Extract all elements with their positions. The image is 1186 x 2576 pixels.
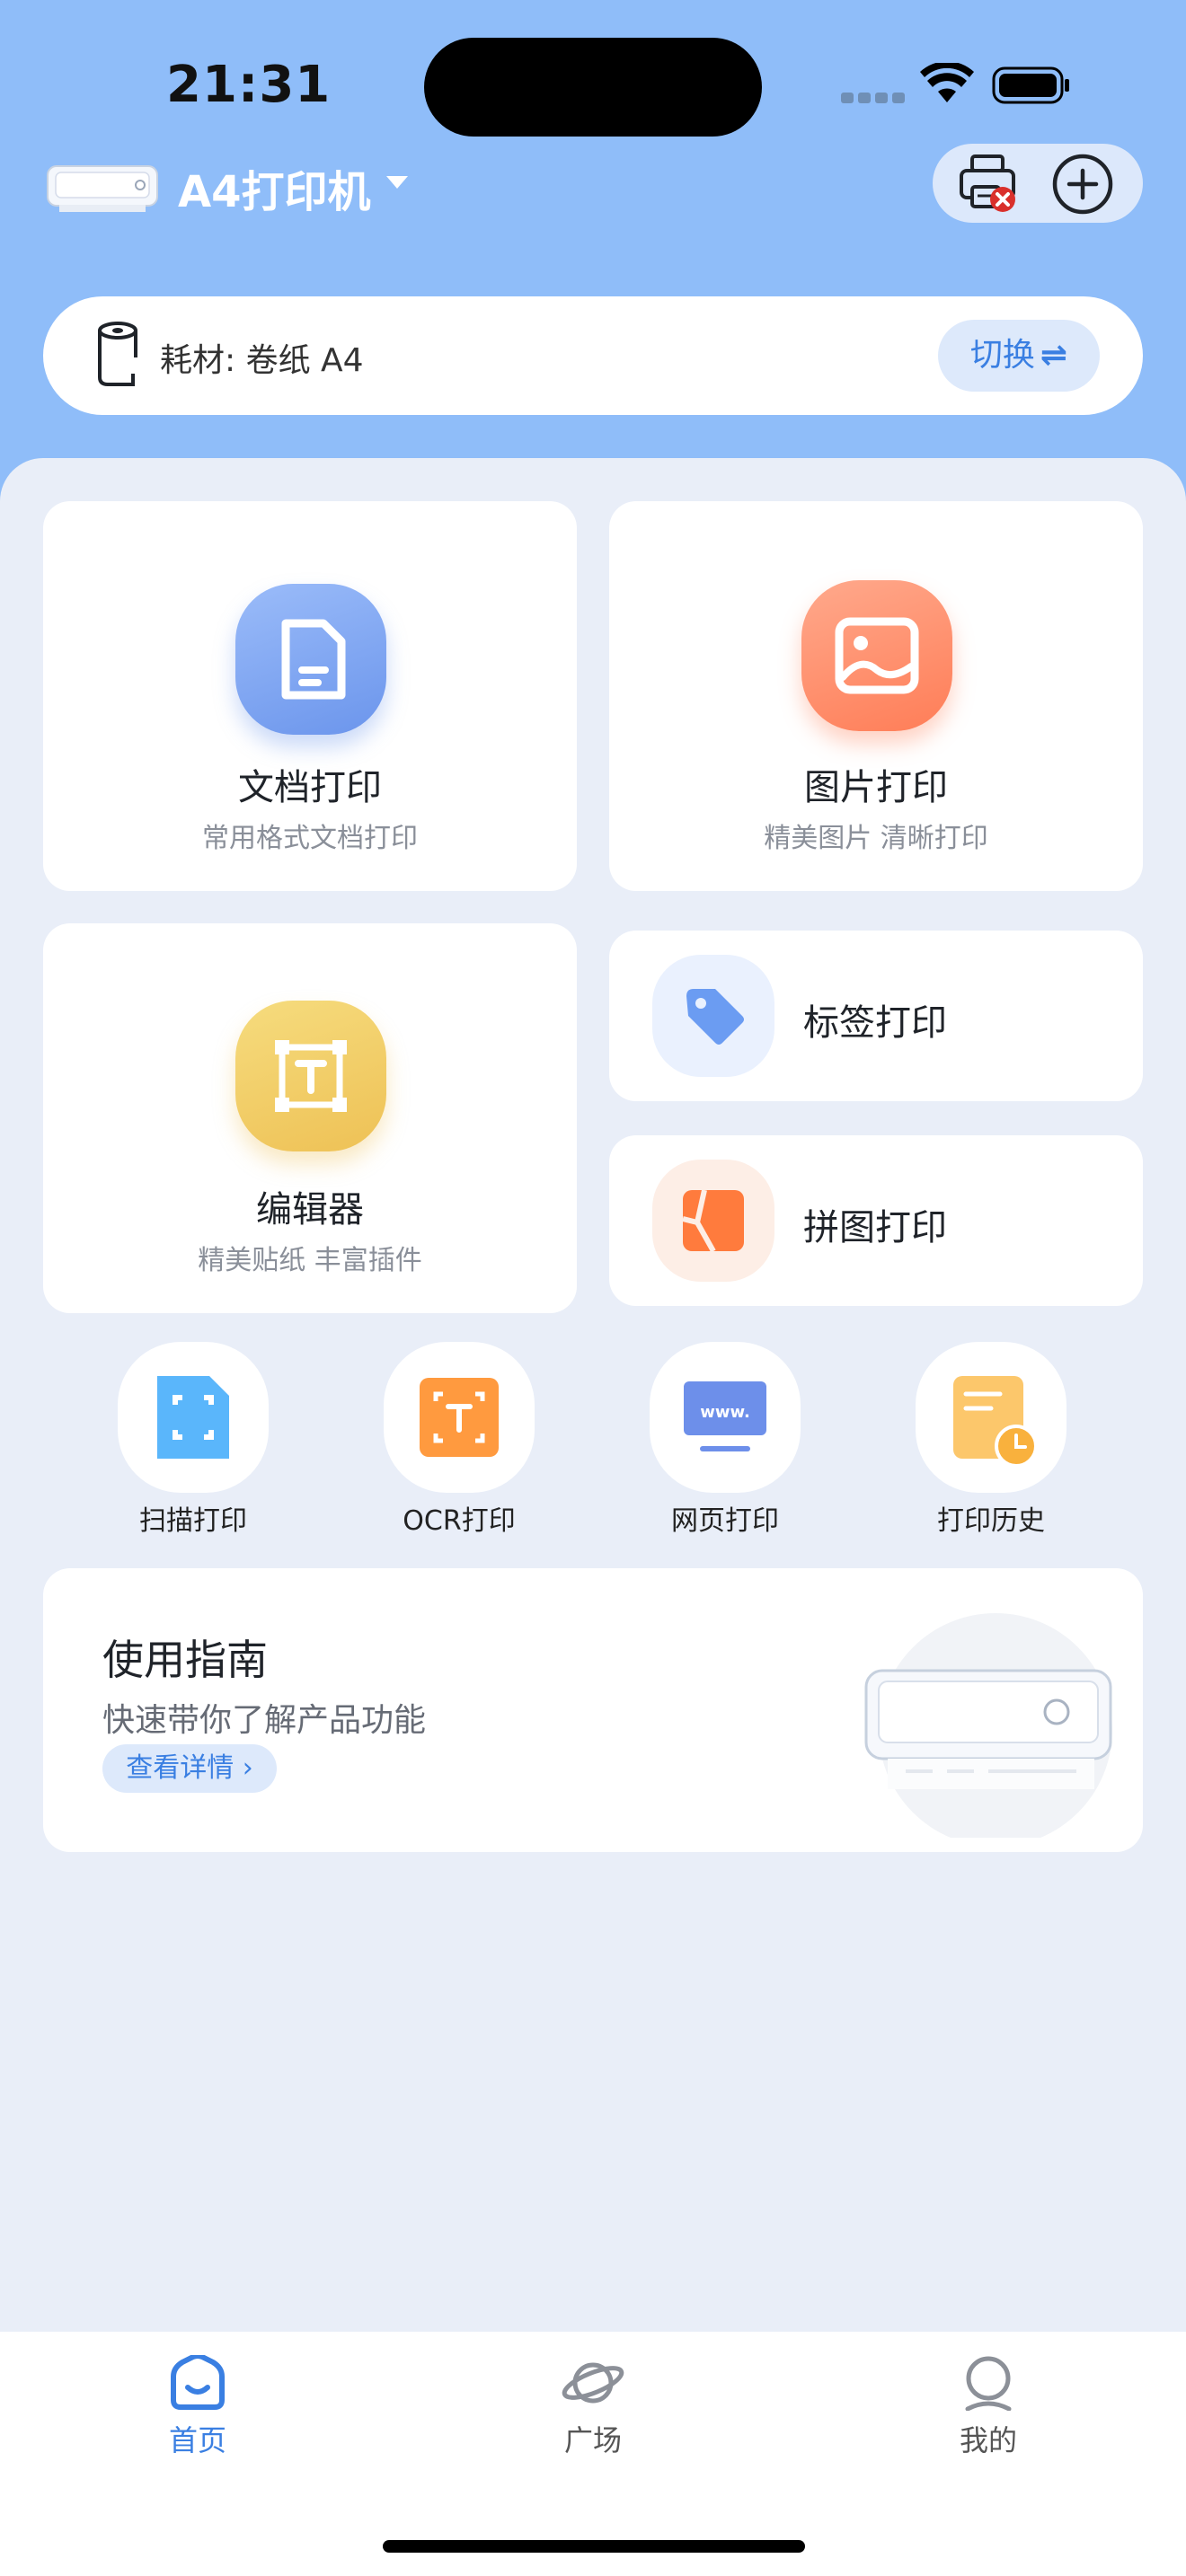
printer-selector[interactable]: A4打印机 bbox=[178, 156, 371, 219]
printer-thumbnail-icon bbox=[47, 165, 158, 212]
battery-icon bbox=[992, 66, 1069, 104]
ocr-print-button[interactable]: OCR打印 bbox=[383, 1342, 535, 1538]
svg-text:www.: www. bbox=[700, 1403, 750, 1422]
print-history-label: 打印历史 bbox=[937, 1505, 1045, 1537]
ocr-print-label: OCR打印 bbox=[403, 1505, 516, 1537]
tab-plaza-label: 广场 bbox=[563, 2423, 622, 2457]
web-print-button[interactable]: www. 网页打印 bbox=[649, 1342, 801, 1538]
editor-subtitle: 精美贴纸 丰富插件 bbox=[198, 1245, 422, 1276]
image-print-card[interactable]: 图片打印 精美图片 清晰打印 bbox=[609, 501, 1143, 891]
text-editor-icon bbox=[235, 1001, 386, 1151]
tab-plaza[interactable]: 广场 bbox=[521, 2355, 665, 2459]
doc-print-title: 文档打印 bbox=[238, 767, 382, 808]
dynamic-island bbox=[424, 38, 762, 137]
chevron-right-icon: › bbox=[242, 1752, 253, 1784]
switch-consumable-button[interactable]: 切换 ⇌ bbox=[938, 320, 1100, 392]
image-print-title: 图片打印 bbox=[804, 767, 948, 808]
editor-card[interactable]: 编辑器 精美贴纸 丰富插件 bbox=[43, 923, 577, 1313]
history-icon bbox=[916, 1342, 1067, 1493]
chevron-down-icon[interactable] bbox=[386, 176, 408, 189]
swap-arrows-icon: ⇌ bbox=[1040, 337, 1068, 374]
document-icon bbox=[235, 584, 386, 735]
wifi-icon bbox=[920, 63, 974, 102]
doc-print-subtitle: 常用格式文档打印 bbox=[202, 823, 418, 854]
consumable-label: 耗材: 卷纸 A4 bbox=[160, 342, 364, 379]
web-print-label: 网页打印 bbox=[671, 1505, 779, 1537]
scan-print-label: 扫描打印 bbox=[139, 1505, 247, 1537]
scan-icon bbox=[118, 1342, 269, 1493]
editor-title: 编辑器 bbox=[256, 1189, 364, 1231]
tab-me-label: 我的 bbox=[959, 2423, 1017, 2457]
image-icon bbox=[801, 580, 952, 731]
printer-disconnected-icon[interactable] bbox=[954, 151, 1024, 217]
guide-title: 使用指南 bbox=[102, 1636, 268, 1684]
view-details-label: 查看详情 bbox=[126, 1752, 235, 1784]
image-print-subtitle: 精美图片 清晰打印 bbox=[764, 823, 988, 854]
doc-print-card[interactable]: 文档打印 常用格式文档打印 bbox=[43, 501, 577, 891]
collage-print-card[interactable]: 拼图打印 bbox=[609, 1135, 1143, 1306]
tab-home[interactable]: 首页 bbox=[126, 2353, 270, 2459]
ocr-icon bbox=[384, 1342, 535, 1493]
guide-subtitle: 快速带你了解产品功能 bbox=[102, 1702, 427, 1739]
collage-print-title: 拼图打印 bbox=[803, 1207, 947, 1248]
print-history-button[interactable]: 打印历史 bbox=[915, 1342, 1067, 1538]
cellular-signal-icon bbox=[841, 90, 913, 103]
tab-me[interactable]: 我的 bbox=[916, 2355, 1060, 2459]
label-print-title: 标签打印 bbox=[803, 1002, 947, 1044]
switch-label: 切换 bbox=[969, 337, 1035, 374]
view-details-button[interactable]: 查看详情 › bbox=[102, 1744, 277, 1793]
scan-print-button[interactable]: 扫描打印 bbox=[117, 1342, 270, 1538]
tab-home-label: 首页 bbox=[168, 2423, 226, 2457]
web-icon: www. bbox=[650, 1342, 801, 1493]
planet-icon bbox=[562, 2362, 624, 2404]
home-indicator bbox=[383, 2540, 805, 2553]
paper-roll-icon bbox=[98, 322, 137, 386]
profile-icon bbox=[965, 2356, 1012, 2412]
printer-illustration-icon bbox=[864, 1613, 1112, 1838]
home-icon bbox=[171, 2353, 225, 2410]
status-time: 21:31 bbox=[166, 56, 332, 114]
collage-icon bbox=[652, 1160, 774, 1282]
label-print-card[interactable]: 标签打印 bbox=[609, 931, 1143, 1101]
add-device-icon[interactable] bbox=[1051, 153, 1114, 216]
tag-icon bbox=[652, 955, 774, 1077]
